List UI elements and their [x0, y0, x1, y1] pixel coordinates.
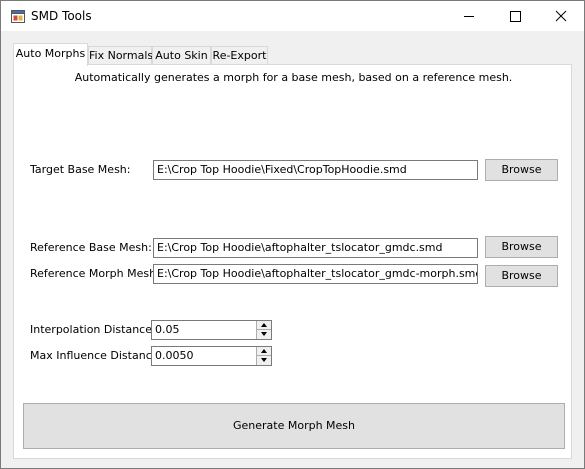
maximize-icon — [510, 11, 521, 22]
chevron-down-icon — [261, 358, 267, 362]
title-bar[interactable]: SMD Tools — [1, 1, 584, 31]
tab-auto-skin[interactable]: Auto Skin — [152, 46, 211, 66]
close-icon — [555, 10, 567, 22]
generate-morph-mesh-button[interactable]: Generate Morph Mesh — [23, 403, 565, 449]
reference-base-mesh-field[interactable]: E:\Crop Top Hoodie\aftophalter_tslocator… — [153, 238, 478, 258]
minimize-icon — [464, 16, 474, 17]
auto-morphs-panel: Automatically generates a morph for a ba… — [13, 64, 572, 459]
app-icon — [11, 10, 25, 23]
target-base-mesh-label: Target Base Mesh: — [30, 163, 131, 176]
window-title: SMD Tools — [31, 9, 92, 23]
app-window: SMD Tools Auto Morphs Fix Normals Auto S… — [0, 0, 585, 469]
reference-morph-browse-button[interactable]: Browse — [485, 265, 558, 287]
reference-morph-mesh-field[interactable]: E:\Crop Top Hoodie\aftophalter_tslocator… — [153, 264, 478, 284]
max-influence-distance-stepper[interactable]: 0.0050 — [151, 346, 272, 366]
reference-morph-mesh-label: Reference Morph Mesh: — [30, 267, 160, 280]
target-base-mesh-field[interactable]: E:\Crop Top Hoodie\Fixed\CropTopHoodie.s… — [153, 160, 478, 180]
minimize-button[interactable] — [446, 1, 492, 31]
target-base-browse-button[interactable]: Browse — [485, 159, 558, 181]
maximize-button[interactable] — [492, 1, 538, 31]
max-influence-down-button[interactable] — [256, 356, 271, 365]
chevron-up-icon — [261, 323, 267, 327]
tab-fix-normals[interactable]: Fix Normals — [88, 46, 153, 66]
max-influence-distance-label: Max Influence Distance: — [30, 349, 163, 362]
interpolation-distance-stepper[interactable]: 0.05 — [151, 320, 272, 340]
interpolation-distance-value[interactable]: 0.05 — [155, 321, 180, 339]
interpolation-down-button[interactable] — [256, 330, 271, 339]
tab-re-export[interactable]: Re-Export — [211, 46, 268, 66]
chevron-down-icon — [261, 332, 267, 336]
interpolation-up-button[interactable] — [256, 321, 271, 330]
max-influence-distance-value[interactable]: 0.0050 — [155, 347, 194, 365]
interpolation-distance-label: Interpolation Distance: — [30, 323, 156, 336]
chevron-up-icon — [261, 349, 267, 353]
reference-base-browse-button[interactable]: Browse — [485, 236, 558, 258]
close-button[interactable] — [538, 1, 584, 31]
panel-description: Automatically generates a morph for a ba… — [74, 71, 513, 84]
tab-auto-morphs[interactable]: Auto Morphs — [13, 43, 88, 66]
reference-base-mesh-label: Reference Base Mesh: — [30, 241, 152, 254]
max-influence-up-button[interactable] — [256, 347, 271, 356]
